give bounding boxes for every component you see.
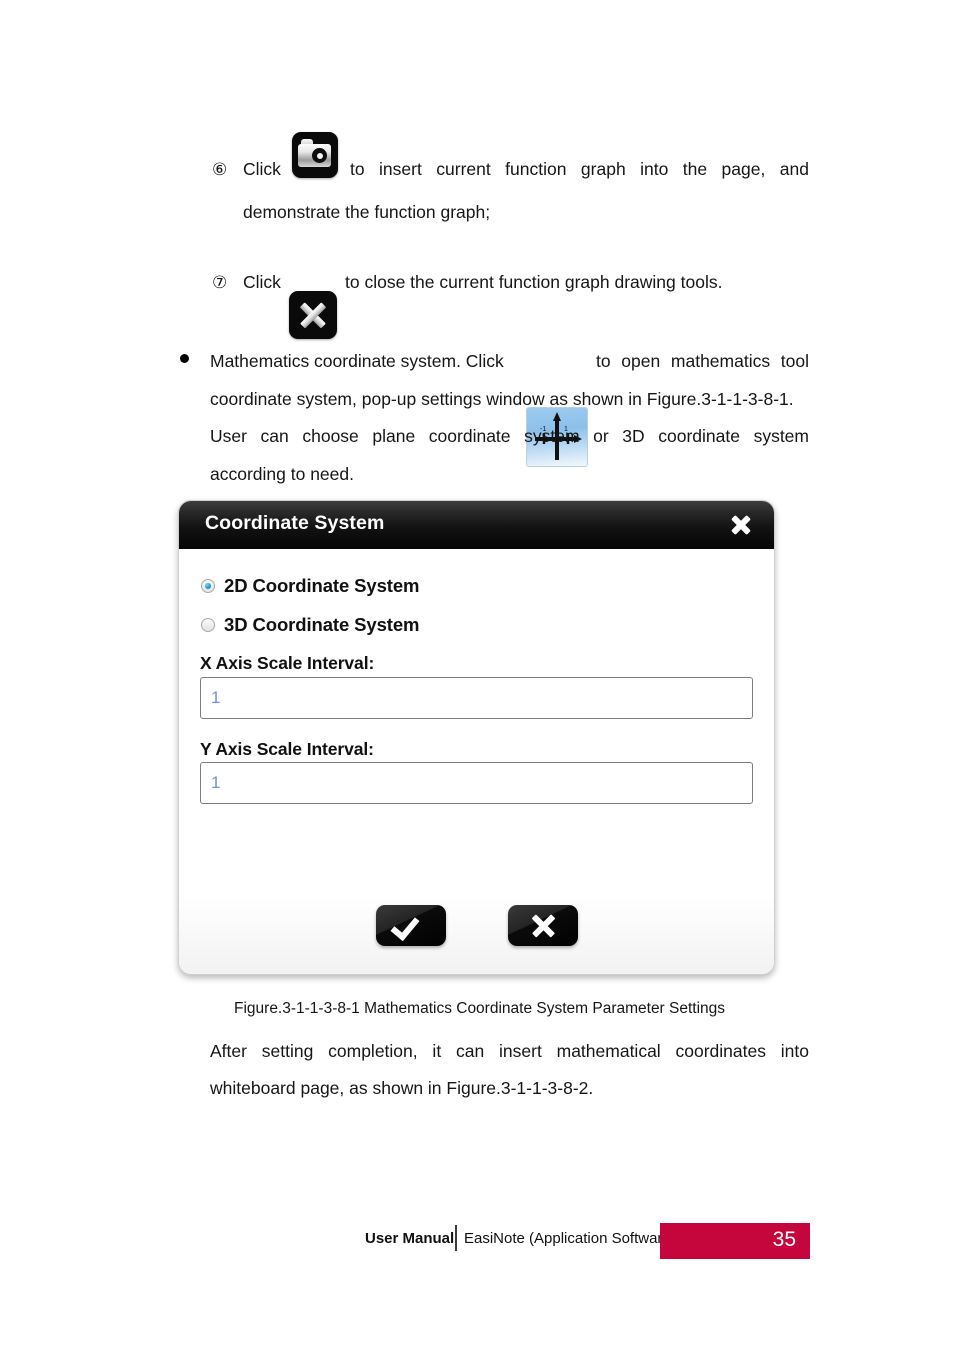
closing-line-2: whiteboard page, as shown in Figure.3-1-… <box>210 1067 809 1110</box>
dialog-title: Coordinate System <box>205 512 385 534</box>
confirm-button[interactable] <box>376 905 446 946</box>
document-page: ⑥ Click to insert current function graph… <box>0 0 954 1350</box>
coordinate-system-dialog: Coordinate System 2D Coordinate System 3… <box>178 500 775 975</box>
closing-line-2-text: whiteboard page, as shown in Figure.3-1-… <box>210 1078 594 1098</box>
radio-2d-label: 2D Coordinate System <box>224 575 420 596</box>
bullet-line-1-before-icon: Mathematics coordinate system. Click <box>210 340 523 383</box>
checkmark-icon <box>390 910 420 942</box>
step-7-line-1: to close the current function graph draw… <box>345 261 809 304</box>
radio-option-3d[interactable]: 3D Coordinate System <box>201 614 419 636</box>
footer-manual-label: User Manual <box>365 1230 455 1247</box>
page-footer: User Manual EasiNote (Application Softwa… <box>0 1222 954 1262</box>
step-6-line-1-text: to insert current function graph into th… <box>350 159 809 179</box>
bullet-line-4-text: according to need. <box>210 464 354 484</box>
figure-caption: Figure.3-1-1-3-8-1 Mathematics Coordinat… <box>234 1000 726 1017</box>
dialog-close-icon[interactable] <box>726 510 756 540</box>
dialog-body: 2D Coordinate System 3D Coordinate Syste… <box>179 549 774 974</box>
radio-3d-indicator[interactable] <box>201 618 215 632</box>
y-axis-interval-input[interactable] <box>200 762 753 804</box>
step-marker-7: ⑦ <box>212 273 228 292</box>
bullet-line-3-text: User can choose plane coordinate system … <box>210 426 809 446</box>
camera-lens-inner <box>316 152 323 159</box>
bullet-line-1-after-icon: to open mathematics tool <box>596 340 809 383</box>
bullet-line-4: according to need. <box>210 453 809 496</box>
page-number: 35 <box>772 1228 796 1251</box>
bullet-line-1a-text: Mathematics coordinate system. Click <box>210 351 504 371</box>
bullet-line-1b-text: to open mathematics tool <box>596 351 809 371</box>
dialog-titlebar: Coordinate System <box>179 501 774 549</box>
footer-product-label: EasiNote (Application Software) <box>464 1230 676 1247</box>
bullet-line-3: User can choose plane coordinate system … <box>210 415 809 458</box>
x-axis-interval-label: X Axis Scale Interval: <box>200 653 375 673</box>
y-axis-interval-label: Y Axis Scale Interval: <box>200 739 374 759</box>
footer-divider <box>455 1225 457 1251</box>
page-number-badge: 35 <box>660 1223 810 1259</box>
step-7-line-1-text: to close the current function graph draw… <box>345 272 723 292</box>
step-marker-6: ⑥ <box>212 160 228 179</box>
close-x-icon[interactable] <box>289 291 337 339</box>
radio-option-2d[interactable]: 2D Coordinate System <box>201 575 419 597</box>
radio-2d-indicator[interactable] <box>201 579 215 593</box>
step-6-line-1: to insert current function graph into th… <box>350 148 809 191</box>
step-6-line-2: demonstrate the function graph; <box>243 191 809 234</box>
camera-icon[interactable] <box>292 132 338 178</box>
bullet-marker <box>180 354 189 363</box>
cancel-button[interactable] <box>508 905 578 946</box>
radio-3d-label: 3D Coordinate System <box>224 614 420 635</box>
step-6-line-2-text: demonstrate the function graph; <box>243 202 491 222</box>
x-axis-interval-input[interactable] <box>200 677 753 719</box>
